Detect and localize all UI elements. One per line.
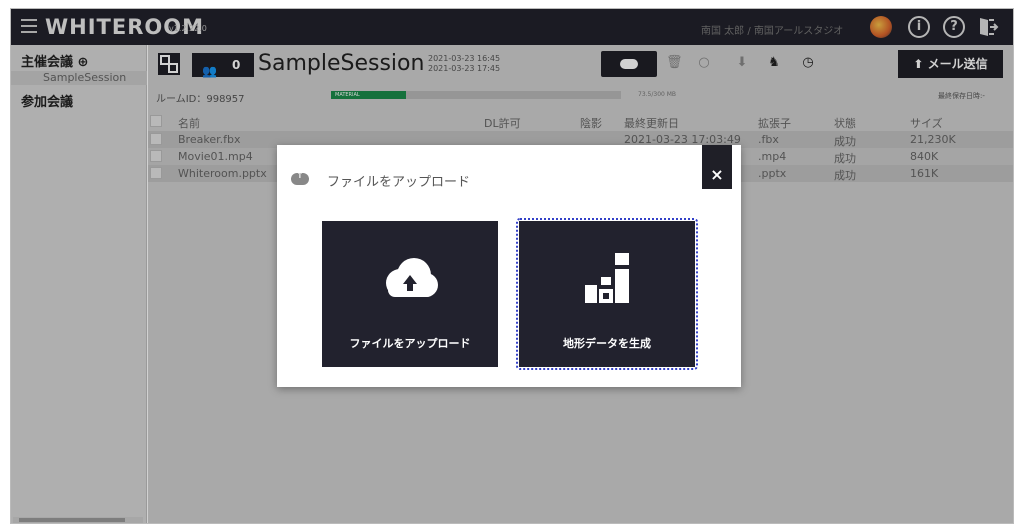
cloud-upload-icon	[386, 258, 438, 297]
cloud-upload-icon	[291, 171, 309, 185]
generate-terrain-button[interactable]: 地形データを生成	[519, 221, 695, 367]
upload-dialog: ファイルをアップロード × ファイルをアップロード 地形データを生成	[277, 145, 741, 387]
dialog-title: ファイルをアップロード	[327, 175, 471, 190]
terrain-blocks-icon	[585, 253, 629, 303]
upload-file-button[interactable]: ファイルをアップロード	[322, 221, 498, 367]
upload-file-label: ファイルをアップロード	[349, 337, 471, 350]
generate-terrain-label: 地形データを生成	[563, 337, 651, 350]
app-window: WHITEROOM v1.2.22.0 南国 太郎 / 南国アールスタジオ i …	[10, 8, 1014, 524]
close-button[interactable]: ×	[702, 145, 732, 189]
